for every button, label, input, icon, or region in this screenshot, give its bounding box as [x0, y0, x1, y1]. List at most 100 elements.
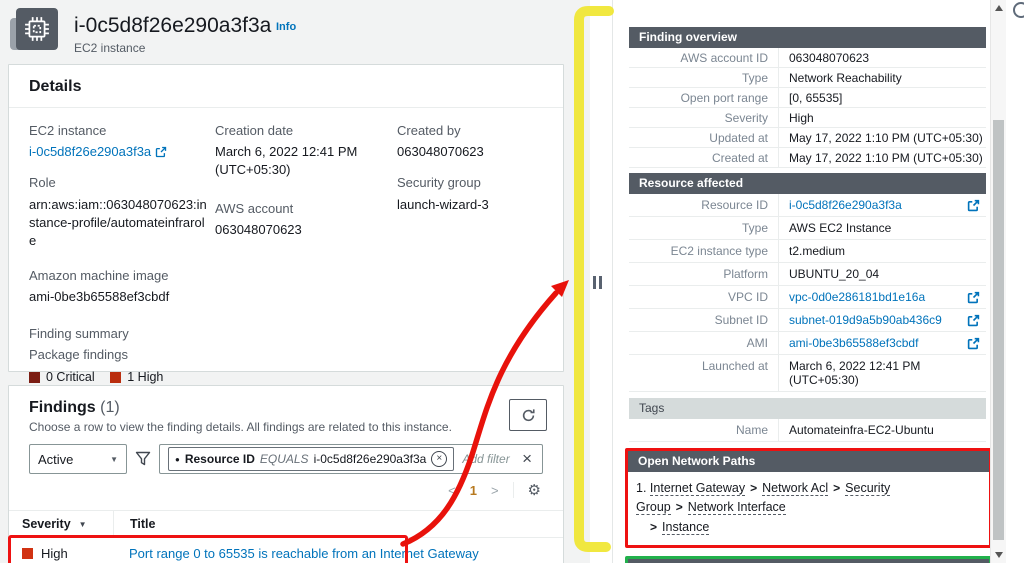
findings-status-select[interactable]: Active ▼: [29, 444, 127, 474]
network-path: 1. Internet Gateway > Network Acl > Security…: [628, 472, 989, 545]
ec2-instance-link[interactable]: i-0c5d8f26e290a3f3a: [29, 144, 151, 159]
refresh-button[interactable]: [509, 399, 547, 431]
findings-count: (1): [100, 399, 120, 416]
high-severity-swatch: [22, 547, 33, 559]
finding-row[interactable]: High Port range 0 to 65535 is reachable …: [9, 538, 563, 563]
field-label: Creation date: [215, 123, 294, 138]
field-value: High: [789, 111, 814, 125]
details-card: Details EC2 instance i-0c5d8f26e290a3f3a…: [8, 64, 564, 412]
field-label: EC2 instance: [29, 123, 107, 138]
field-label: Created at: [629, 148, 779, 167]
path-item-network-acl[interactable]: Network Acl: [762, 481, 829, 496]
chevron-right-icon: >: [833, 481, 841, 495]
field-value: UBUNTU_20_04: [789, 267, 880, 281]
field-label: AWS account: [215, 200, 294, 216]
critical-count-badge: 0 Critical: [29, 369, 95, 387]
ami-link[interactable]: ami-0be3b65588ef3cbdf: [789, 336, 918, 350]
path-item-internet-gateway[interactable]: Internet Gateway: [649, 481, 746, 496]
field-value: May 17, 2022 1:10 PM (UTC+05:30): [789, 131, 983, 145]
findings-table: Severity ▼ Title High Port range 0 to 65…: [9, 510, 563, 563]
role-value: arn:aws:iam::063048070623:instance-profi…: [29, 196, 207, 248]
subnet-id-link[interactable]: subnet-019d9a5b90ab436c9: [789, 313, 942, 327]
resource-id-link[interactable]: i-0c5d8f26e290a3f3a: [789, 198, 902, 212]
filter-funnel-icon: [135, 451, 151, 466]
field-label: Name: [629, 419, 779, 441]
divider: [512, 482, 514, 498]
scrollbar-thumb[interactable]: [993, 120, 1004, 540]
path-item-network-interface[interactable]: Network Interface: [687, 500, 786, 516]
field-value: May 17, 2022 1:10 PM (UTC+05:30): [789, 151, 983, 165]
scroll-up-arrow-icon[interactable]: [995, 5, 1003, 11]
clear-filters-icon[interactable]: ×: [520, 449, 534, 469]
remediation-header: Remediation: [628, 559, 989, 563]
field-label: Resource ID: [629, 194, 779, 216]
page-header: i-0c5d8f26e290a3f3a Info EC2 instance: [10, 8, 570, 58]
external-link-icon[interactable]: [155, 146, 167, 158]
current-page-number[interactable]: 1: [470, 483, 477, 498]
add-filter-placeholder[interactable]: Add filter: [462, 452, 512, 466]
tags-header: Tags: [629, 398, 986, 419]
scroll-down-arrow-icon[interactable]: [995, 552, 1003, 558]
external-link-icon[interactable]: [967, 314, 980, 327]
field-label: Updated at: [629, 128, 779, 147]
findings-card: Findings (1) Choose a row to view the fi…: [8, 385, 564, 563]
next-page-icon[interactable]: >: [491, 483, 499, 498]
findings-heading: Findings (1): [29, 399, 120, 416]
field-value: [0, 65535]: [789, 91, 843, 105]
field-label: Role: [29, 175, 56, 191]
remove-token-icon[interactable]: ×: [431, 451, 448, 467]
field-label: Launched at: [629, 355, 779, 391]
created-by-value: 063048070623: [397, 144, 484, 160]
property-filter-input[interactable]: ● Resource ID EQUALS i-0c5d8f26e290a3f3a…: [159, 444, 543, 474]
row-severity: High: [41, 545, 68, 561]
path-item-instance[interactable]: Instance: [662, 519, 710, 535]
external-link-icon[interactable]: [967, 337, 980, 350]
field-value: March 6, 2022 12:41 PM (UTC+05:30): [789, 359, 921, 387]
finding-title-link[interactable]: Port range 0 to 65535 is reachable from …: [129, 546, 479, 561]
vpc-id-link[interactable]: vpc-0d0e286181bd1e16a: [789, 290, 925, 304]
panel-resize-handle[interactable]: [593, 276, 602, 289]
field-label: Type: [629, 68, 779, 87]
chevron-right-icon: >: [675, 500, 683, 515]
field-label: Severity: [629, 108, 779, 127]
refresh-icon: [522, 408, 535, 421]
field-value: Network Reachability: [789, 71, 902, 85]
external-link-icon[interactable]: [967, 199, 980, 212]
info-link[interactable]: Info: [276, 21, 296, 33]
field-value: Automateinfra-EC2-Ubuntu: [789, 423, 934, 437]
page-subtitle: EC2 instance: [74, 41, 146, 55]
field-label: Platform: [629, 263, 779, 285]
package-findings-label: Package findings: [29, 346, 129, 362]
field-label: Type: [629, 217, 779, 239]
token-field: Resource ID: [184, 452, 255, 466]
finding-overview-header: Finding overview: [629, 27, 986, 48]
preferences-gear-icon[interactable]: ⚙: [528, 481, 541, 499]
field-label: VPC ID: [629, 286, 779, 308]
previous-page-icon[interactable]: <: [448, 483, 456, 498]
high-count-badge: 1 High: [110, 369, 163, 387]
field-label: AWS account ID: [629, 48, 779, 67]
finding-detail-panel: Finding overview AWS account ID 063048070…: [612, 0, 992, 563]
open-network-paths-header: Open Network Paths: [628, 451, 989, 472]
field-value: 063048070623: [789, 51, 870, 65]
ami-value: ami-0be3b65588ef3cbdf: [29, 289, 170, 305]
severity-column-header[interactable]: Severity ▼: [9, 517, 113, 531]
external-link-icon[interactable]: [967, 291, 980, 304]
filter-token: ● Resource ID EQUALS i-0c5d8f26e290a3f3a…: [168, 447, 455, 471]
remediation-section: Remediation You can restrict access to y…: [625, 556, 992, 563]
cpu-chip-icon: [25, 17, 49, 41]
vertical-scrollbar[interactable]: [990, 0, 1006, 563]
token-bullet-icon: ●: [175, 454, 180, 464]
chevron-down-icon: ▼: [110, 454, 118, 464]
token-value: i-0c5d8f26e290a3f3a: [313, 452, 427, 466]
field-value: t2.medium: [789, 244, 846, 258]
resource-affected-header: Resource affected: [629, 173, 986, 194]
open-network-paths-section: Open Network Paths 1. Internet Gateway > N…: [625, 448, 992, 549]
clipped-circle-icon: [1013, 2, 1024, 18]
field-value: AWS EC2 Instance: [789, 221, 892, 235]
critical-swatch: [29, 372, 40, 384]
ec2-instance-icon: [10, 8, 58, 54]
aws-inspector-instance-screen: i-0c5d8f26e290a3f3a Info EC2 instance De…: [0, 0, 1024, 563]
token-operator: EQUALS: [259, 452, 309, 466]
field-label: Subnet ID: [629, 309, 779, 331]
